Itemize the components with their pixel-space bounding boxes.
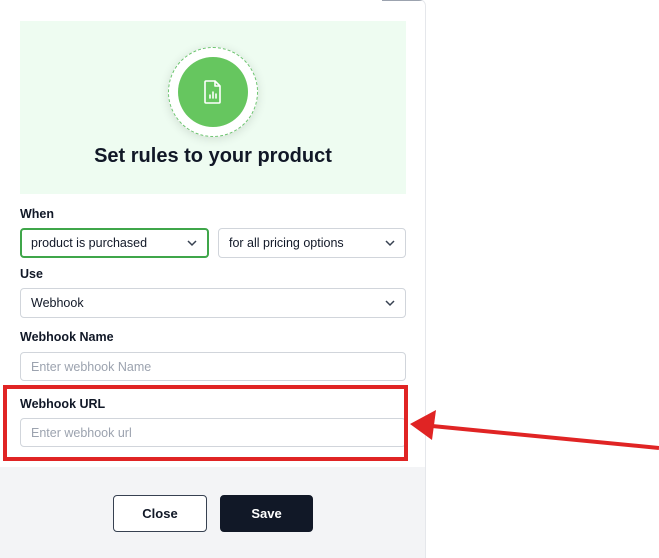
document-chart-icon <box>178 57 248 127</box>
trigger-select[interactable]: product is purchased <box>20 228 209 258</box>
save-button[interactable]: Save <box>220 495 313 532</box>
modal-top-divider <box>382 0 425 1</box>
pricing-select[interactable]: for all pricing options <box>218 228 406 258</box>
use-label: Use <box>20 267 43 281</box>
pricing-select-value: for all pricing options <box>229 236 344 250</box>
when-label: When <box>20 207 55 221</box>
use-select-value: Webhook <box>31 296 84 310</box>
webhook-url-highlight-box <box>3 385 408 461</box>
close-button[interactable]: Close <box>113 495 207 532</box>
use-select[interactable]: Webhook <box>20 288 406 318</box>
icon-ring <box>168 47 258 137</box>
chevron-down-icon <box>385 240 395 247</box>
rules-modal: Set rules to your product When product i… <box>0 0 425 558</box>
webhook-name-placeholder: Enter webhook Name <box>31 359 152 374</box>
chevron-down-icon <box>187 240 197 247</box>
modal-title: Set rules to your product <box>94 145 332 167</box>
modal-footer: Close Save <box>0 467 425 558</box>
webhook-name-input[interactable]: Enter webhook Name <box>20 352 406 381</box>
webhook-name-label: Webhook Name <box>20 330 114 344</box>
hero-banner: Set rules to your product <box>20 21 406 194</box>
trigger-select-value: product is purchased <box>31 236 148 250</box>
chevron-down-icon <box>385 300 395 307</box>
